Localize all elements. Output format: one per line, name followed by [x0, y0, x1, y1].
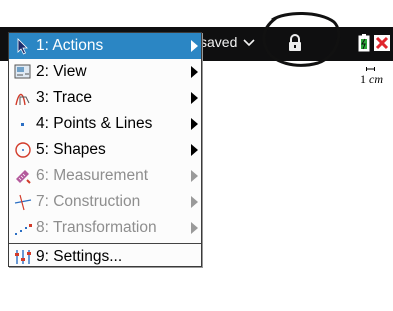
scale-unit: cm: [369, 72, 383, 86]
menu-item-label: 4: Points & Lines: [36, 115, 153, 132]
settings-icon: [15, 250, 31, 264]
menu-item-actions[interactable]: 1: Actions: [9, 33, 201, 59]
menu-item-measurement[interactable]: 6: Measurement: [9, 163, 201, 189]
lock-highlight-circle: [262, 12, 341, 67]
submenu-arrow-icon: [191, 118, 198, 130]
menu-item-settings[interactable]: 9: Settings...: [9, 243, 201, 270]
submenu-arrow-icon: [191, 222, 198, 234]
chevron-down-icon: [243, 39, 255, 47]
menu-item-label: 8: Transformation: [36, 219, 157, 236]
menu-item-label: 6: Measurement: [36, 167, 148, 184]
trace-icon: [15, 93, 30, 106]
menu-item-label: 2: View: [36, 63, 87, 80]
menu-item-label: 5: Shapes: [36, 141, 106, 158]
document-status[interactable]: saved: [200, 34, 255, 50]
submenu-arrow-icon: [191, 170, 198, 182]
scale-indicator: 1 cm: [357, 64, 393, 92]
construction-icon: [14, 194, 32, 211]
menu-item-view[interactable]: 2: View: [9, 59, 201, 85]
menu-item-construction[interactable]: 7: Construction: [9, 189, 201, 215]
submenu-arrow-icon: [191, 92, 198, 104]
menu-item-points-lines[interactable]: 4: Points & Lines: [9, 111, 201, 137]
menu-item-trace[interactable]: 3: Trace: [9, 85, 201, 111]
circle-icon: [15, 142, 31, 158]
menu-item-label: 3: Trace: [36, 89, 92, 106]
transformation-icon: [15, 224, 32, 235]
document-status-label: saved: [200, 34, 238, 50]
pointer-arrow-icon: [17, 38, 28, 55]
scale-bar: [366, 67, 375, 71]
view-icon: [14, 64, 31, 79]
point-icon: [21, 123, 24, 126]
submenu-arrow-icon: [191, 66, 198, 78]
battery-icon: [358, 34, 370, 52]
close-icon[interactable]: [373, 33, 391, 53]
geometry-menu: 1: Actions 2: View 3: Trace 4: Points & …: [8, 32, 202, 267]
scale-value: 1: [360, 72, 366, 86]
menu-item-label: 1: Actions: [36, 37, 104, 54]
submenu-arrow-icon: [191, 144, 198, 156]
ruler-icon: [16, 170, 31, 184]
menu-item-label: 7: Construction: [36, 193, 141, 210]
menu-item-transformation[interactable]: 8: Transformation: [9, 215, 201, 241]
submenu-arrow-icon: [191, 196, 198, 208]
submenu-arrow-icon: [191, 40, 198, 52]
menu-item-label: 9: Settings...: [36, 248, 123, 265]
menu-item-shapes[interactable]: 5: Shapes: [9, 137, 201, 163]
